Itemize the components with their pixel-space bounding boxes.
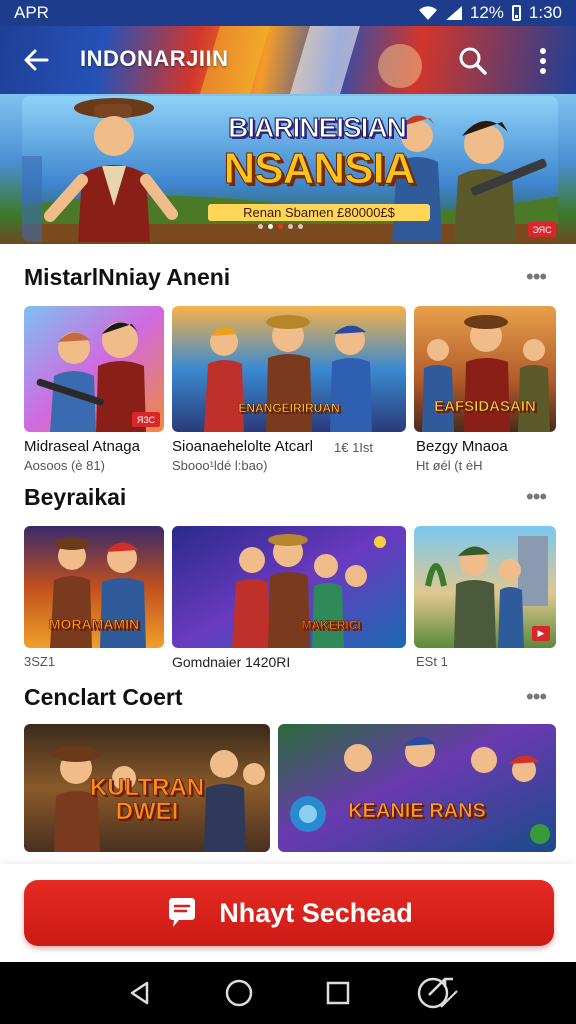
- back-button[interactable]: [18, 44, 54, 76]
- nav-back-button[interactable]: [118, 971, 162, 1015]
- game-logo-text: KULTRAN DWEI: [89, 773, 205, 825]
- carousel-dot: [288, 224, 293, 229]
- game-subtitle: Sbooo¹ldé l:bao): [172, 458, 268, 473]
- hero-badge: ЭЯС: [528, 222, 556, 237]
- assistant-icon: [417, 977, 458, 1009]
- status-icons: 12% 1:30: [418, 3, 562, 23]
- game-subtitle: 3SZ1: [24, 654, 56, 669]
- hero-banner[interactable]: BIARINEISIAN NSANSIA Renan Sbamen £80000…: [22, 96, 558, 242]
- section-more-button[interactable]: •••: [526, 266, 554, 288]
- clock: 1:30: [528, 3, 562, 22]
- app-bar-artwork: [200, 26, 422, 94]
- game-title: Bezgy Mnaoa: [416, 438, 508, 455]
- hero-subtitle: Renan Sbamen £80000£$: [208, 204, 430, 221]
- assistant-button[interactable]: [415, 971, 459, 1015]
- app-bar: INDONARJIIN: [0, 26, 576, 94]
- wifi-icon: [418, 6, 437, 20]
- game-tile[interactable]: KEANIE RANS: [278, 724, 556, 852]
- search-icon: [459, 47, 487, 75]
- hero-title-line2: NSANSIA: [223, 144, 416, 194]
- section-more-button[interactable]: •••: [526, 486, 554, 508]
- game-tile[interactable]: ENANGEIRIRUAN: [172, 306, 406, 432]
- nav-recents-icon: [326, 981, 349, 1005]
- game-artwork: [278, 724, 556, 852]
- game-tile[interactable]: MORAMAMIN: [24, 526, 164, 648]
- nav-recents-button[interactable]: [316, 971, 360, 1015]
- game-logo-text: MORAMAMIN: [48, 615, 140, 632]
- system-nav-bar: [0, 962, 576, 1024]
- section-title: Cenclart Coert: [24, 684, 183, 710]
- play-icon: ▶: [537, 628, 545, 638]
- primary-action-button[interactable]: Nhayt Sechead: [24, 880, 554, 946]
- game-subtitle: ESt 1: [416, 654, 448, 669]
- game-tile[interactable]: KULTRAN DWEI: [24, 724, 270, 852]
- carrier-label: APR: [14, 3, 49, 22]
- carousel-dot: [268, 224, 273, 229]
- hero-title-line1: BIARINEISIAN: [228, 112, 408, 144]
- hero-carousel[interactable]: BIARINEISIAN NSANSIA Renan Sbamen £80000…: [0, 94, 576, 244]
- chat-icon: [169, 898, 196, 927]
- game-logo-text: KEANIE RANS: [348, 800, 486, 823]
- section-title: Beyraikai: [24, 484, 127, 510]
- section-more-button[interactable]: •••: [526, 686, 554, 708]
- nav-home-icon: [225, 979, 252, 1007]
- game-subtitle: Gomdnaier 1420RI: [172, 654, 291, 670]
- carousel-indicator: [258, 224, 303, 229]
- status-bar: APR 12% 1:30: [0, 0, 576, 26]
- game-title-extra: 1€ 1Ist: [334, 440, 374, 455]
- search-button[interactable]: [454, 42, 492, 80]
- battery-icon: [511, 5, 521, 21]
- game-badge: ЯЗС: [132, 412, 160, 427]
- game-title: Midraseal Atnaga: [24, 438, 140, 455]
- primary-action-label: Nhayt Sechead: [219, 897, 413, 928]
- section-title: MistarlNniay Aneni: [24, 264, 231, 290]
- nav-home-button[interactable]: [217, 971, 261, 1015]
- game-logo-text: MAKERICI: [301, 617, 361, 632]
- game-tile[interactable]: ЯЗС: [24, 306, 164, 432]
- game-tile[interactable]: MAKERICI: [172, 526, 406, 648]
- game-title: Sioanaehelolte Atcarl: [172, 438, 313, 455]
- game-subtitle: Aosoos (è 81): [24, 458, 105, 473]
- carousel-dot: [298, 224, 303, 229]
- more-options-button[interactable]: [528, 42, 558, 80]
- game-badge: ▶: [532, 626, 550, 641]
- game-logo-text: EAFSIDASAIN: [434, 398, 536, 416]
- game-subtitle: Ht øél (t ėH: [416, 458, 483, 473]
- carousel-dot: [278, 224, 283, 229]
- game-logo-text: ENANGEIRIRUAN: [238, 401, 340, 416]
- more-vert-icon: [540, 48, 546, 74]
- back-arrow-icon: [24, 49, 49, 71]
- game-tile[interactable]: ▶: [414, 526, 556, 648]
- bottom-action-bar: Nhayt Sechead: [0, 864, 576, 962]
- app-title: INDONARJIIN: [80, 46, 229, 71]
- carousel-dot: [258, 224, 263, 229]
- signal-icon: [445, 6, 462, 20]
- nav-back-icon: [130, 981, 148, 1005]
- battery-percent: 12%: [469, 3, 504, 22]
- game-tile[interactable]: EAFSIDASAIN: [414, 306, 556, 432]
